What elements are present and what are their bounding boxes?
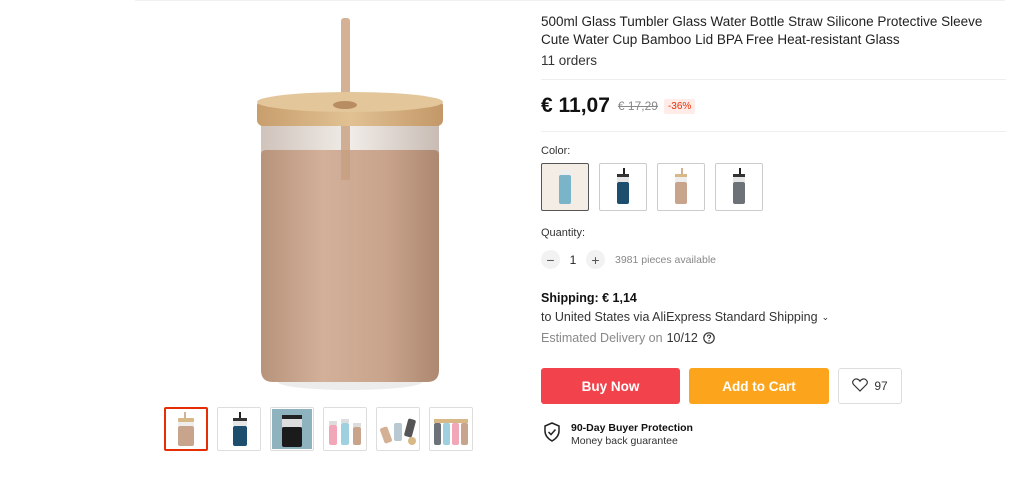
estimated-delivery: Estimated Delivery on 10/12 [541, 331, 715, 345]
buy-now-button[interactable]: Buy Now [541, 368, 680, 404]
protection-subtitle: Money back guarantee [571, 435, 678, 447]
thumbnail-tumbler-group[interactable] [376, 407, 420, 451]
shipping-destination-text: to United States via AliExpress Standard… [541, 310, 818, 324]
color-option-pink[interactable] [657, 163, 705, 211]
product-title: 500ml Glass Tumbler Glass Water Bottle S… [541, 14, 983, 47]
shield-check-icon [543, 422, 561, 447]
quantity-increase-button[interactable]: + [586, 250, 605, 269]
original-price: € 17,29 [617, 99, 658, 113]
main-product-image[interactable] [213, 10, 486, 395]
top-divider [135, 0, 1005, 1]
thumbnail-tumbler-pastel[interactable] [323, 407, 367, 451]
divider [541, 79, 1006, 80]
wishlist-count: 97 [874, 379, 888, 393]
shipping-destination[interactable]: to United States via AliExpress Standard… [541, 310, 829, 324]
quantity-input[interactable]: 1 [560, 253, 586, 267]
color-swatches [541, 163, 763, 211]
heart-icon [852, 377, 869, 395]
color-option-beige[interactable] [541, 163, 589, 211]
stock-available: 3981 pieces available [615, 253, 716, 266]
chevron-down-icon: ⌄ [821, 311, 830, 322]
order-count: 11 orders [541, 53, 598, 68]
color-option-grey[interactable] [715, 163, 763, 211]
color-label: Color: [541, 145, 571, 157]
shipping-price: Shipping: € 1,14 [541, 291, 637, 305]
quantity-decrease-button[interactable]: − [541, 250, 560, 269]
thumbnail-strip [164, 407, 473, 451]
price-row: € 11,07 € 17,29 -36% [541, 94, 696, 118]
delivery-label: Estimated Delivery on [541, 331, 663, 345]
quantity-stepper: − 1 + 3981 pieces available [541, 250, 716, 269]
wishlist-button[interactable]: 97 [838, 368, 902, 404]
discount-badge: -36% [663, 98, 696, 114]
thumbnail-tumbler-set[interactable] [270, 407, 314, 451]
protection-title: 90-Day Buyer Protection [571, 422, 693, 434]
quantity-label: Quantity: [541, 227, 586, 239]
delivery-date: 10/12 [666, 331, 698, 345]
help-icon[interactable] [703, 332, 715, 344]
thumbnail-tumbler-row[interactable] [429, 407, 473, 451]
color-option-blue[interactable] [599, 163, 647, 211]
thumbnail-tumbler-blue[interactable] [217, 407, 261, 451]
thumbnail-tumbler-beige[interactable] [164, 407, 208, 451]
divider [541, 131, 1006, 132]
current-price: € 11,07 [541, 94, 610, 117]
add-to-cart-button[interactable]: Add to Cart [689, 368, 829, 404]
buyer-protection: 90-Day Buyer Protection Money back guara… [543, 422, 693, 448]
